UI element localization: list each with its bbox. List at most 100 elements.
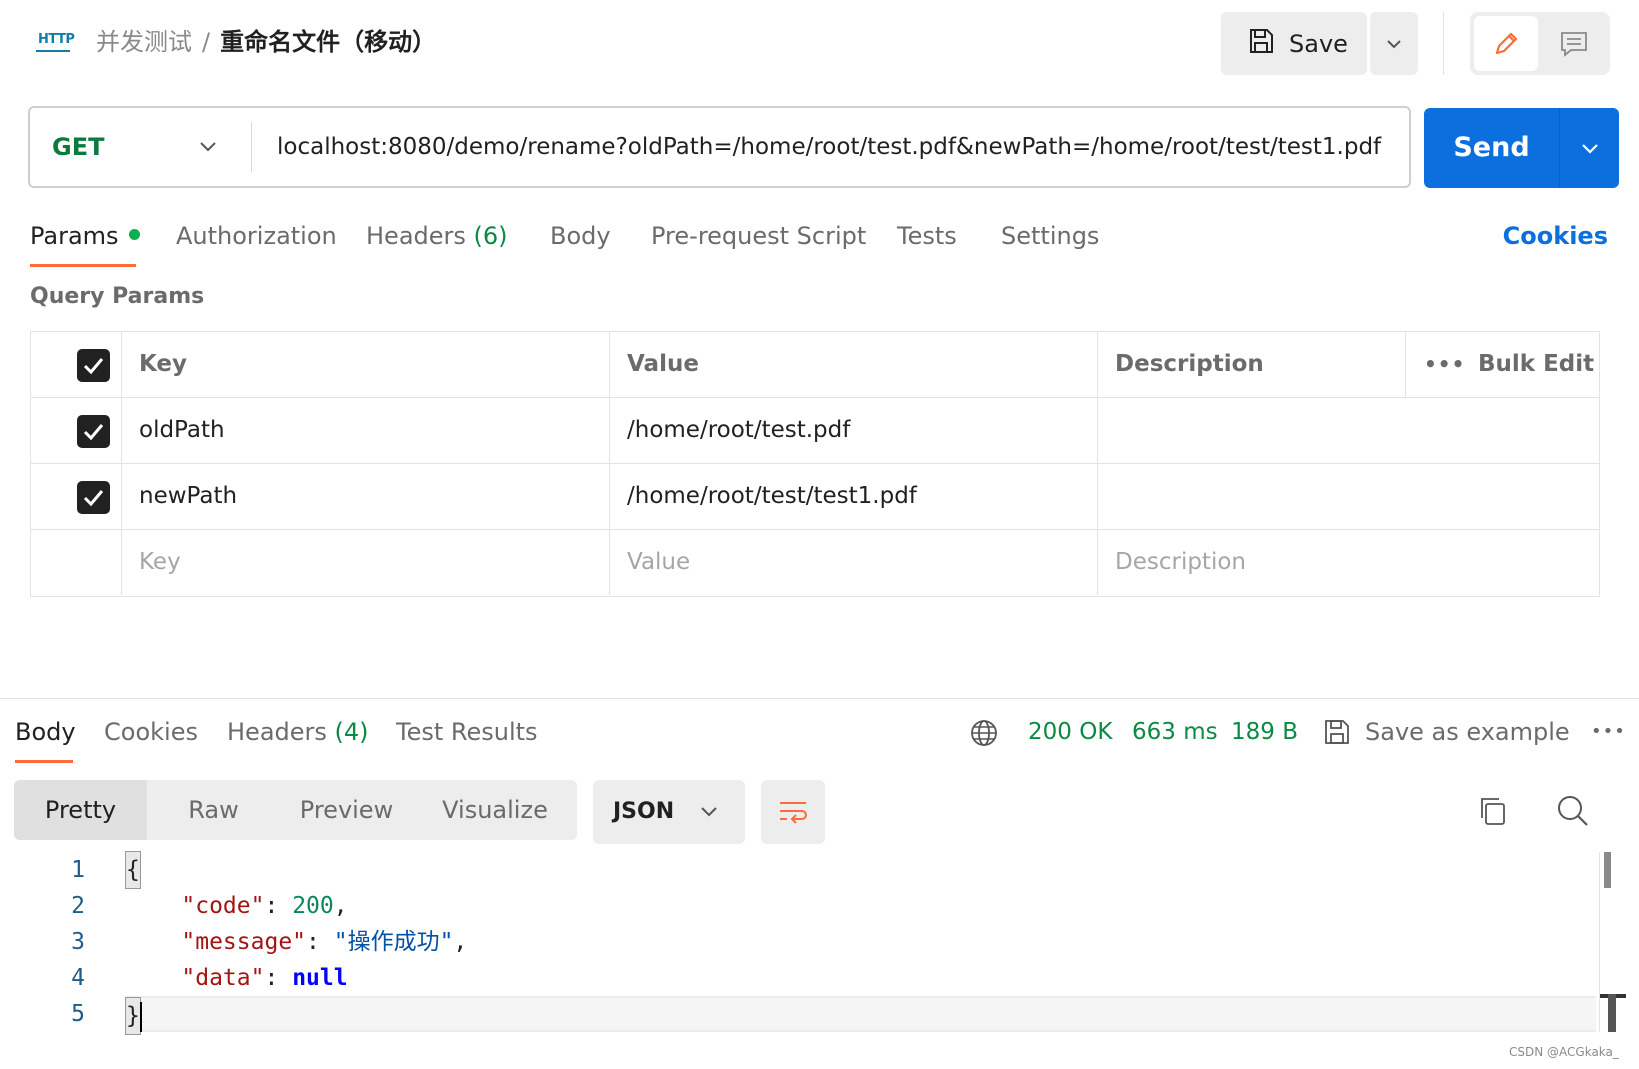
header-divider: [1443, 12, 1444, 75]
active-tab-underline: [30, 264, 136, 267]
url-input[interactable]: localhost:8080/demo/rename?oldPath=/home…: [277, 108, 1397, 186]
bulk-edit-button[interactable]: Bulk Edit: [1478, 332, 1594, 397]
save-icon: [1247, 27, 1275, 61]
comment-icon: [1561, 31, 1587, 57]
active-tab-underline: [15, 760, 73, 763]
globe-icon[interactable]: [969, 718, 999, 748]
more-icon[interactable]: •••: [1591, 712, 1626, 752]
row-checkbox[interactable]: [77, 481, 110, 514]
search-icon[interactable]: [1556, 794, 1590, 828]
new-value-input[interactable]: Value: [610, 530, 1098, 595]
wrap-lines-button[interactable]: [761, 780, 825, 844]
line-numbers: 1 2 3 4 5: [71, 857, 85, 1027]
view-visualize[interactable]: Visualize: [413, 780, 577, 840]
headers-count: (4): [334, 718, 369, 746]
save-icon[interactable]: [1322, 717, 1352, 747]
response-tabs: Body Cookies Headers (4) Test Results 20…: [15, 712, 1635, 764]
response-time[interactable]: 663 ms: [1132, 712, 1218, 752]
request-title[interactable]: 重命名文件（移动）: [220, 28, 436, 56]
param-key[interactable]: oldPath: [122, 398, 610, 463]
table-header-row: Key Value Description ••• Bulk Edit: [31, 332, 1599, 398]
param-description[interactable]: [1098, 464, 1600, 529]
cookies-link[interactable]: Cookies: [1503, 216, 1608, 256]
response-body-editor[interactable]: 1 2 3 4 5 { "code": 200, "message": "操作成…: [0, 851, 1600, 1035]
select-all-checkbox[interactable]: [77, 349, 110, 382]
tab-response-cookies[interactable]: Cookies: [104, 712, 198, 752]
send-button[interactable]: Send: [1424, 108, 1559, 188]
checkbox-icon: [83, 358, 104, 375]
tab-test-results[interactable]: Test Results: [396, 712, 538, 752]
more-icon[interactable]: •••: [1424, 332, 1465, 397]
param-value[interactable]: /home/root/test/test1.pdf: [610, 464, 1098, 529]
table-row: newPath /home/root/test/test1.pdf: [31, 464, 1599, 530]
tab-settings[interactable]: Settings: [1001, 216, 1099, 256]
send-options-button[interactable]: [1560, 108, 1619, 188]
row-checkbox[interactable]: [77, 415, 110, 448]
chevron-down-icon: [1387, 39, 1401, 48]
send-button-group: Send: [1424, 108, 1619, 188]
tab-body[interactable]: Body: [550, 216, 611, 256]
param-description[interactable]: [1098, 398, 1600, 463]
code-line-current: }: [125, 996, 1596, 1035]
method-select[interactable]: GET: [52, 108, 104, 186]
copy-icon[interactable]: [1477, 795, 1509, 827]
headers-count: (6): [473, 222, 508, 250]
view-preview[interactable]: Preview: [280, 780, 413, 840]
text-cursor: [139, 1001, 142, 1032]
view-mode-group: Pretty Raw Preview Visualize: [14, 780, 577, 840]
tab-params[interactable]: Params: [30, 216, 140, 256]
new-key-input[interactable]: Key: [122, 530, 610, 595]
params-indicator-dot: [128, 228, 140, 240]
status-code[interactable]: 200 OK: [1028, 712, 1112, 752]
comment-mode-button[interactable]: [1542, 16, 1606, 71]
chevron-down-icon: [1581, 144, 1598, 154]
tab-response-headers[interactable]: Headers (4): [227, 712, 369, 752]
editor-scrollbar[interactable]: [1599, 852, 1626, 1032]
code-line: "message": "操作成功",: [181, 929, 468, 955]
column-header-value: Value: [610, 332, 1098, 397]
breadcrumb-parent[interactable]: 并发测试: [96, 28, 192, 56]
tab-prerequest-script[interactable]: Pre-request Script: [651, 216, 866, 256]
param-value[interactable]: /home/root/test.pdf: [610, 398, 1098, 463]
tab-headers[interactable]: Headers (6): [366, 216, 508, 256]
code-line: "code": 200,: [181, 893, 348, 919]
http-icon: HTTP: [36, 28, 75, 58]
view-pretty[interactable]: Pretty: [14, 780, 147, 840]
url-bar: GET localhost:8080/demo/rename?oldPath=/…: [28, 106, 1411, 188]
param-key[interactable]: newPath: [122, 464, 610, 529]
breadcrumb-separator: /: [202, 28, 211, 56]
checkbox-icon: [83, 490, 104, 507]
save-options-button[interactable]: [1370, 12, 1418, 75]
mode-toggle: [1470, 12, 1610, 75]
scrollbar-thumb[interactable]: [1604, 852, 1611, 888]
watermark: CSDN @ACGkaka_: [1509, 1045, 1619, 1059]
pencil-icon: [1495, 32, 1518, 54]
save-button[interactable]: Save: [1221, 12, 1367, 75]
new-description-input[interactable]: Description: [1098, 530, 1600, 595]
chevron-down-icon[interactable]: [196, 134, 220, 158]
view-raw[interactable]: Raw: [147, 780, 280, 840]
request-tabs: Params Authorization Headers (6) Body Pr…: [30, 216, 1620, 267]
save-label: Save: [1289, 29, 1348, 58]
chevron-down-icon: [701, 807, 717, 817]
breadcrumb: 并发测试 / 重命名文件（移动）: [96, 26, 436, 58]
table-row: oldPath /home/root/test.pdf: [31, 398, 1599, 464]
table-row-empty: Key Value Description: [31, 530, 1599, 596]
code-lines: { "code": 200, "message": "操作成功", "data"…: [125, 851, 1596, 1035]
code-line: "data": null: [181, 965, 348, 991]
tab-authorization[interactable]: Authorization: [176, 216, 337, 256]
tab-tests[interactable]: Tests: [897, 216, 957, 256]
wrap-icon: [780, 802, 807, 824]
column-header-key: Key: [122, 332, 610, 397]
checkbox-icon: [83, 424, 104, 441]
tab-response-body[interactable]: Body: [15, 712, 76, 752]
format-select[interactable]: JSON: [593, 780, 745, 844]
response-divider[interactable]: [0, 698, 1639, 699]
format-label: JSON: [613, 799, 675, 824]
response-size[interactable]: 189 B: [1231, 712, 1298, 752]
params-table: Key Value Description ••• Bulk Edit oldP…: [30, 331, 1600, 597]
save-as-example-button[interactable]: Save as example: [1365, 712, 1570, 752]
header: HTTP 并发测试 / 重命名文件（移动） Save: [0, 0, 1639, 88]
edit-mode-button[interactable]: [1474, 16, 1538, 71]
column-header-description: Description: [1115, 351, 1264, 377]
